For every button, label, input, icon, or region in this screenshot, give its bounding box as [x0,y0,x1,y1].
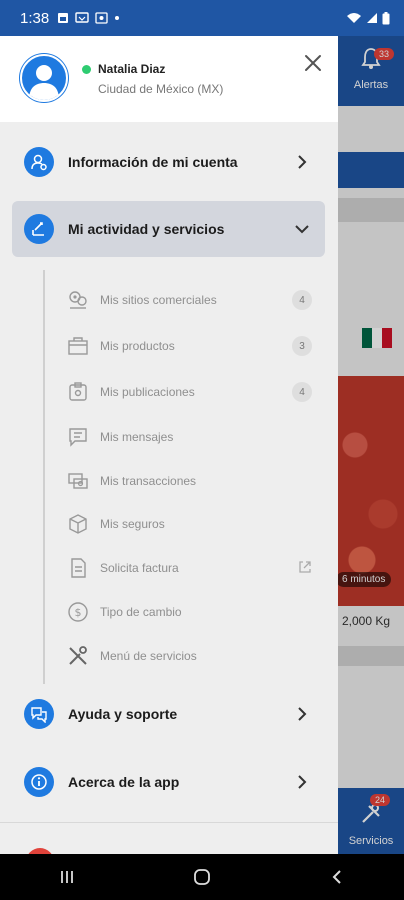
submenu-label: Mis seguros [100,517,165,531]
logout-icon[interactable] [26,848,54,854]
publication-icon [69,382,87,401]
transactions-icon [68,473,88,489]
menu-item-about-label: Acerca de la app [68,774,180,790]
activity-icon [24,214,54,244]
menu-item-help[interactable]: Ayuda y soporte [12,686,325,742]
submenu-item-insurance[interactable]: Mis seguros [66,508,316,540]
recent-apps-icon [61,871,74,883]
dot-icon [115,16,120,20]
submenu-guide-line [43,270,45,684]
status-bar: 1:38 [0,0,404,36]
user-silhouette-icon [29,65,59,100]
cast-icon [75,12,89,23]
count-badge: 4 [292,382,312,402]
back-icon [332,870,341,884]
count-badge: 4 [292,290,312,310]
invoice-icon [71,558,86,578]
submenu-label: Solicita factura [100,561,179,575]
chevron-right-icon [298,775,307,789]
online-status-dot [82,65,91,74]
chevron-right-icon [298,155,307,169]
submenu-item-exchange[interactable]: $ Tipo de cambio [66,596,316,628]
submenu-item-products[interactable]: Mis productos 3 [66,330,316,362]
avatar[interactable] [20,54,68,102]
submenu-item-services[interactable]: Menú de servicios [66,640,316,672]
menu-item-account-label: Información de mi cuenta [68,154,238,170]
user-location: Ciudad de México (MX) [98,82,224,96]
count-badge: 3 [292,336,312,356]
exchange-icon: $ [68,602,88,622]
menu-item-about[interactable]: Acerca de la app [12,754,325,810]
status-icons [57,12,120,24]
menu-item-activity-label: Mi actividad y servicios [68,221,225,237]
user-gear-icon [24,147,54,177]
location-pins-icon [69,291,87,309]
submenu-item-messages[interactable]: Mis mensajes [66,421,316,453]
box-icon [68,337,88,355]
submenu-label: Menú de servicios [100,649,197,663]
home-button[interactable] [172,854,232,900]
submenu-item-publications[interactable]: Mis publicaciones 4 [66,376,316,408]
submenu-item-transactions[interactable]: Mis transacciones [66,465,316,497]
menu-item-help-label: Ayuda y soporte [68,706,178,722]
status-right-icons [346,11,390,25]
user-name: Natalia Diaz [98,62,166,76]
navigation-drawer: Natalia Diaz Ciudad de México (MX) Infor… [0,36,338,854]
close-icon[interactable] [300,50,326,76]
submenu-item-invoice[interactable]: Solicita factura [66,552,316,584]
submenu-label: Mis sitios comerciales [100,293,217,307]
chat-help-icon [24,699,54,729]
drawer-divider [0,822,338,823]
screenshot-icon [95,12,108,24]
svg-text:$: $ [75,606,82,619]
image-icon [58,13,69,23]
status-time: 1:38 [20,9,50,27]
submenu-label: Mis productos [100,339,175,353]
message-icon [69,428,87,447]
home-icon [194,869,210,885]
submenu-item-sites[interactable]: Mis sitios comerciales 4 [66,284,316,316]
tools-icon [69,646,87,665]
chevron-right-icon [298,707,307,721]
chevron-down-icon [295,225,309,234]
menu-item-account[interactable]: Información de mi cuenta [12,134,325,190]
external-link-icon [299,561,311,573]
info-icon [24,767,54,797]
back-button[interactable] [307,854,367,900]
submenu-label: Mis transacciones [100,474,197,488]
insurance-icon [69,514,87,534]
submenu-label: Mis publicaciones [100,385,195,399]
submenu-label: Tipo de cambio [100,605,182,619]
battery-icon [382,11,390,24]
system-navigation-bar [0,854,404,900]
signal-icon [367,13,377,23]
wifi-icon [347,13,361,23]
recent-apps-button[interactable] [37,854,97,900]
menu-item-activity[interactable]: Mi actividad y servicios [12,201,325,257]
submenu-label: Mis mensajes [100,430,174,444]
profile-header: Natalia Diaz Ciudad de México (MX) [0,36,338,122]
